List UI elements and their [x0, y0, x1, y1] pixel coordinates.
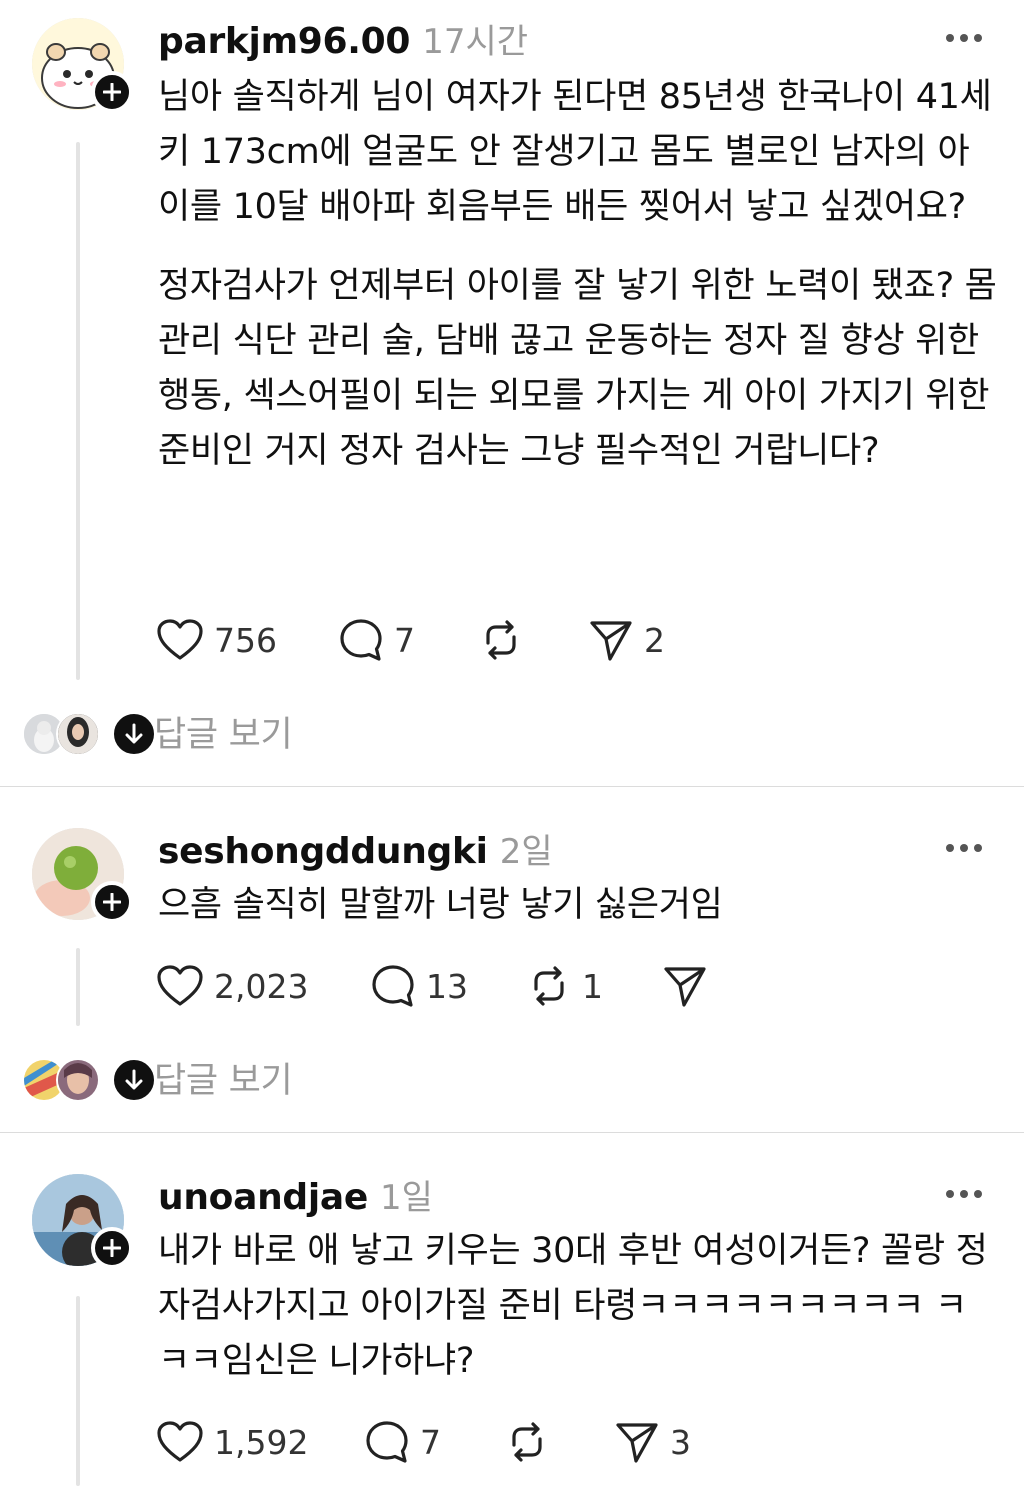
more-dots-icon[interactable] — [944, 1188, 984, 1200]
thread-line — [76, 1296, 80, 1486]
like-button[interactable]: 756 — [156, 616, 277, 664]
paper-plane-icon — [616, 1423, 658, 1463]
like-button[interactable]: 2,023 — [156, 962, 308, 1010]
paper-plane-icon — [590, 621, 632, 661]
post-paragraph: 내가 바로 애 낳고 키우는 30대 후반 여성이거든? 꼴랑 정자검사가지고 … — [158, 1231, 988, 1381]
post-body: 으흠 솔직히 말할까 너랑 낳기 싫은거임 — [158, 878, 998, 933]
repost-arrows-icon — [534, 966, 564, 1006]
username[interactable]: seshongddungki — [158, 831, 488, 872]
arrow-down-icon — [125, 723, 143, 744]
speech-bubble-icon — [372, 965, 414, 1007]
expand-replies-button[interactable] — [112, 712, 156, 756]
heart-icon — [157, 619, 203, 660]
post-paragraph: 님아 솔직하게 님이 여자가 된다면 85년생 한국나이 41세 키 173cm… — [158, 77, 992, 227]
reply-avatar — [56, 712, 100, 756]
author-avatar[interactable] — [32, 1174, 133, 1269]
share-button[interactable] — [662, 962, 718, 1010]
more-dots-icon[interactable] — [944, 32, 984, 44]
like-count: 756 — [214, 620, 277, 660]
repost-count: 1 — [582, 966, 603, 1006]
post-header: seshongddungki 2일 — [158, 824, 553, 873]
post-body: 님아 솔직하게 님이 여자가 된다면 85년생 한국나이 41세 키 173cm… — [158, 70, 998, 479]
comment-count: 7 — [394, 620, 415, 660]
expand-replies-button[interactable] — [112, 1058, 156, 1102]
reply-avatar — [56, 1058, 100, 1102]
timestamp: 1일 — [380, 1178, 433, 1218]
post-divider — [0, 786, 1024, 787]
thread-line — [76, 142, 80, 680]
share-button[interactable]: 2 — [588, 616, 665, 664]
share-button[interactable]: 3 — [614, 1418, 691, 1466]
like-count: 2,023 — [214, 966, 309, 1006]
plus-icon — [103, 893, 121, 911]
comment-count: 13 — [426, 966, 468, 1006]
paper-plane-icon — [664, 967, 706, 1007]
view-replies-row[interactable]: 답글 보기 — [22, 1058, 422, 1102]
view-replies-link[interactable]: 답글 보기 — [154, 706, 293, 757]
more-dots-icon[interactable] — [944, 842, 984, 854]
arrow-down-icon — [125, 1069, 143, 1090]
plus-icon — [103, 1239, 121, 1257]
author-avatar[interactable] — [32, 18, 133, 113]
like-button[interactable]: 1,592 — [156, 1418, 308, 1466]
heart-icon — [157, 1421, 203, 1462]
comment-count: 7 — [420, 1422, 441, 1462]
follow-button[interactable] — [91, 881, 133, 923]
timestamp: 2일 — [499, 832, 553, 872]
repost-button[interactable] — [478, 616, 534, 664]
repost-button[interactable] — [504, 1418, 560, 1466]
view-replies-link[interactable]: 답글 보기 — [154, 1052, 293, 1103]
follow-button[interactable] — [91, 71, 133, 113]
comment-button[interactable]: 7 — [338, 616, 415, 664]
username[interactable]: parkjm96.00 — [158, 21, 410, 62]
post-divider — [0, 1132, 1024, 1133]
repost-arrows-icon — [486, 620, 516, 660]
thread-line — [76, 948, 80, 1026]
follow-button[interactable] — [91, 1227, 133, 1269]
timestamp: 17시간 — [422, 22, 529, 62]
like-count: 1,592 — [214, 1422, 309, 1462]
plus-icon — [103, 83, 121, 101]
repost-arrows-icon — [512, 1422, 542, 1462]
share-count: 2 — [644, 620, 665, 660]
post-paragraph: 정자검사가 언제부터 아이를 잘 낳기 위한 노력이 됐죠? 몸 관리 식단 관… — [158, 266, 997, 471]
view-replies-row[interactable]: 답글 보기 — [22, 712, 422, 756]
post-header: unoandjae 1일 — [158, 1170, 433, 1219]
post-paragraph: 으흠 솔직히 말할까 너랑 낳기 싫은거임 — [158, 885, 723, 925]
heart-icon — [157, 965, 203, 1006]
speech-bubble-icon — [340, 619, 382, 661]
repost-button[interactable]: 1 — [526, 962, 603, 1010]
post-header: parkjm96.00 17시간 — [158, 14, 528, 63]
share-count: 3 — [670, 1422, 691, 1462]
comment-button[interactable]: 7 — [364, 1418, 441, 1466]
username[interactable]: unoandjae — [158, 1177, 368, 1218]
post-body: 내가 바로 애 낳고 키우는 30대 후반 여성이거든? 꼴랑 정자검사가지고 … — [158, 1224, 998, 1389]
author-avatar[interactable] — [32, 828, 133, 923]
speech-bubble-icon — [366, 1421, 408, 1463]
comment-button[interactable]: 13 — [370, 962, 468, 1010]
